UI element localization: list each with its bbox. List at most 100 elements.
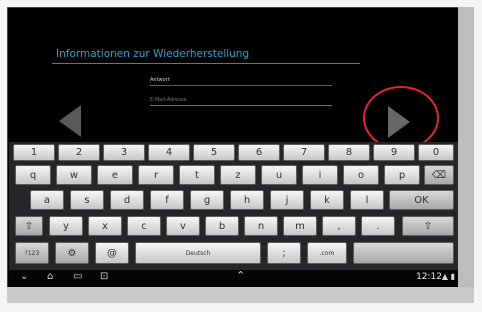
- key-b-label: b: [218, 220, 226, 232]
- key-s-label: s: [84, 194, 90, 206]
- ok-key[interactable]: OK: [389, 190, 454, 210]
- key-n[interactable]: n: [244, 216, 278, 236]
- title-divider: [52, 63, 360, 64]
- key-z[interactable]: z: [220, 165, 256, 185]
- key-w[interactable]: w: [56, 165, 92, 185]
- dotcom-key[interactable]: .com: [307, 242, 347, 264]
- key-o[interactable]: o: [343, 165, 379, 185]
- red-circle-annotation: [363, 86, 439, 150]
- key-x-label: x: [102, 220, 108, 232]
- key-q-label: q: [29, 169, 37, 181]
- key-l[interactable]: l: [350, 190, 384, 210]
- back-arrow-icon[interactable]: [59, 105, 81, 137]
- key-g-label: g: [203, 194, 211, 206]
- space-key[interactable]: Deutsch: [135, 242, 261, 264]
- key-i[interactable]: i: [302, 165, 338, 185]
- key-0[interactable]: 0: [418, 144, 454, 161]
- key-u[interactable]: u: [261, 165, 297, 185]
- at-key-label: @: [107, 247, 117, 259]
- key-2[interactable]: 2: [58, 144, 100, 161]
- symbols-key[interactable]: ?123: [15, 242, 49, 264]
- key-n-label: n: [257, 220, 265, 232]
- key-5[interactable]: 5: [193, 144, 235, 161]
- page-title: Informationen zur Wiederherstellung: [56, 48, 250, 60]
- key-comma[interactable]: ,: [322, 216, 356, 236]
- key-c-label: c: [141, 220, 147, 232]
- key-8-label: 8: [345, 147, 353, 158]
- home-icon[interactable]: ⌂: [47, 272, 53, 282]
- key-r-label: r: [153, 169, 159, 181]
- key-x[interactable]: x: [88, 216, 122, 236]
- key-k[interactable]: k: [310, 190, 344, 210]
- recent-apps-icon[interactable]: ▭: [73, 272, 82, 282]
- battery-icon: ▮: [450, 272, 455, 281]
- key-d[interactable]: d: [110, 190, 144, 210]
- dotcom-key-label: .com: [319, 249, 335, 257]
- bottom-background: [7, 287, 474, 303]
- key-4[interactable]: 4: [148, 144, 190, 161]
- key-f[interactable]: f: [150, 190, 184, 210]
- key-q[interactable]: q: [15, 165, 51, 185]
- shift-icon: ⇧: [24, 220, 34, 232]
- key-comma-label: ,: [337, 220, 341, 232]
- key-v[interactable]: v: [166, 216, 200, 236]
- key-k-label: k: [324, 194, 330, 206]
- key-7[interactable]: 7: [283, 144, 325, 161]
- key-7-label: 7: [300, 147, 308, 158]
- key-5-label: 5: [210, 147, 218, 158]
- key-3[interactable]: 3: [103, 144, 145, 161]
- backspace-key[interactable]: ⌫: [424, 165, 454, 185]
- key-m[interactable]: m: [283, 216, 317, 236]
- key-1-label: 1: [30, 147, 38, 158]
- key-w-label: w: [69, 169, 79, 181]
- key-y[interactable]: y: [49, 216, 83, 236]
- key-6[interactable]: 6: [238, 144, 280, 161]
- key-p[interactable]: p: [384, 165, 420, 185]
- key-u-label: u: [275, 169, 283, 181]
- chevron-down-icon[interactable]: ⌄: [20, 272, 28, 282]
- emoji-key[interactable]: [353, 242, 454, 264]
- key-a-label: a: [43, 194, 51, 206]
- key-period-label: .: [376, 220, 380, 232]
- key-c[interactable]: c: [127, 216, 161, 236]
- semicolon-key[interactable]: ;: [267, 242, 301, 264]
- key-l-label: l: [365, 194, 369, 206]
- key-1[interactable]: 1: [13, 144, 55, 161]
- key-o-label: o: [357, 169, 365, 181]
- email-field[interactable]: [150, 94, 332, 106]
- key-p-label: p: [398, 169, 406, 181]
- key-b[interactable]: b: [205, 216, 239, 236]
- screenshot-icon[interactable]: ⊡: [100, 272, 108, 282]
- key-a[interactable]: a: [30, 190, 64, 210]
- key-6-label: 6: [255, 147, 263, 158]
- key-9[interactable]: 9: [373, 144, 415, 161]
- background-frame: [458, 7, 474, 287]
- key-h[interactable]: h: [230, 190, 264, 210]
- settings-key[interactable]: ⚙: [55, 242, 89, 264]
- key-g[interactable]: g: [190, 190, 224, 210]
- key-8[interactable]: 8: [328, 144, 370, 161]
- key-d-label: d: [123, 194, 131, 206]
- key-m-label: m: [295, 220, 305, 232]
- at-key[interactable]: @: [95, 242, 129, 264]
- key-e[interactable]: e: [97, 165, 133, 185]
- left-shift-key[interactable]: ⇧: [15, 216, 43, 236]
- backspace-icon: ⌫: [431, 169, 447, 181]
- key-j[interactable]: j: [270, 190, 304, 210]
- semicolon-key-label: ;: [282, 247, 286, 259]
- system-status-bar: ⌄ ⌂ ▭ ⊡ ⌃ 12:12 ▲ ▮: [9, 270, 458, 285]
- shift-icon: ⇧: [423, 220, 433, 232]
- key-t-label: t: [195, 169, 199, 181]
- gear-icon: ⚙: [67, 247, 77, 259]
- key-z-label: z: [235, 169, 241, 181]
- key-s[interactable]: s: [70, 190, 104, 210]
- key-period[interactable]: .: [361, 216, 395, 236]
- chevron-up-icon[interactable]: ⌃: [236, 270, 245, 281]
- key-4-label: 4: [165, 147, 173, 158]
- key-e-label: e: [111, 169, 119, 181]
- key-r[interactable]: r: [138, 165, 174, 185]
- right-shift-key[interactable]: ⇧: [402, 216, 454, 236]
- key-3-label: 3: [120, 147, 128, 158]
- status-time: 12:12: [416, 272, 442, 282]
- key-t[interactable]: t: [179, 165, 215, 185]
